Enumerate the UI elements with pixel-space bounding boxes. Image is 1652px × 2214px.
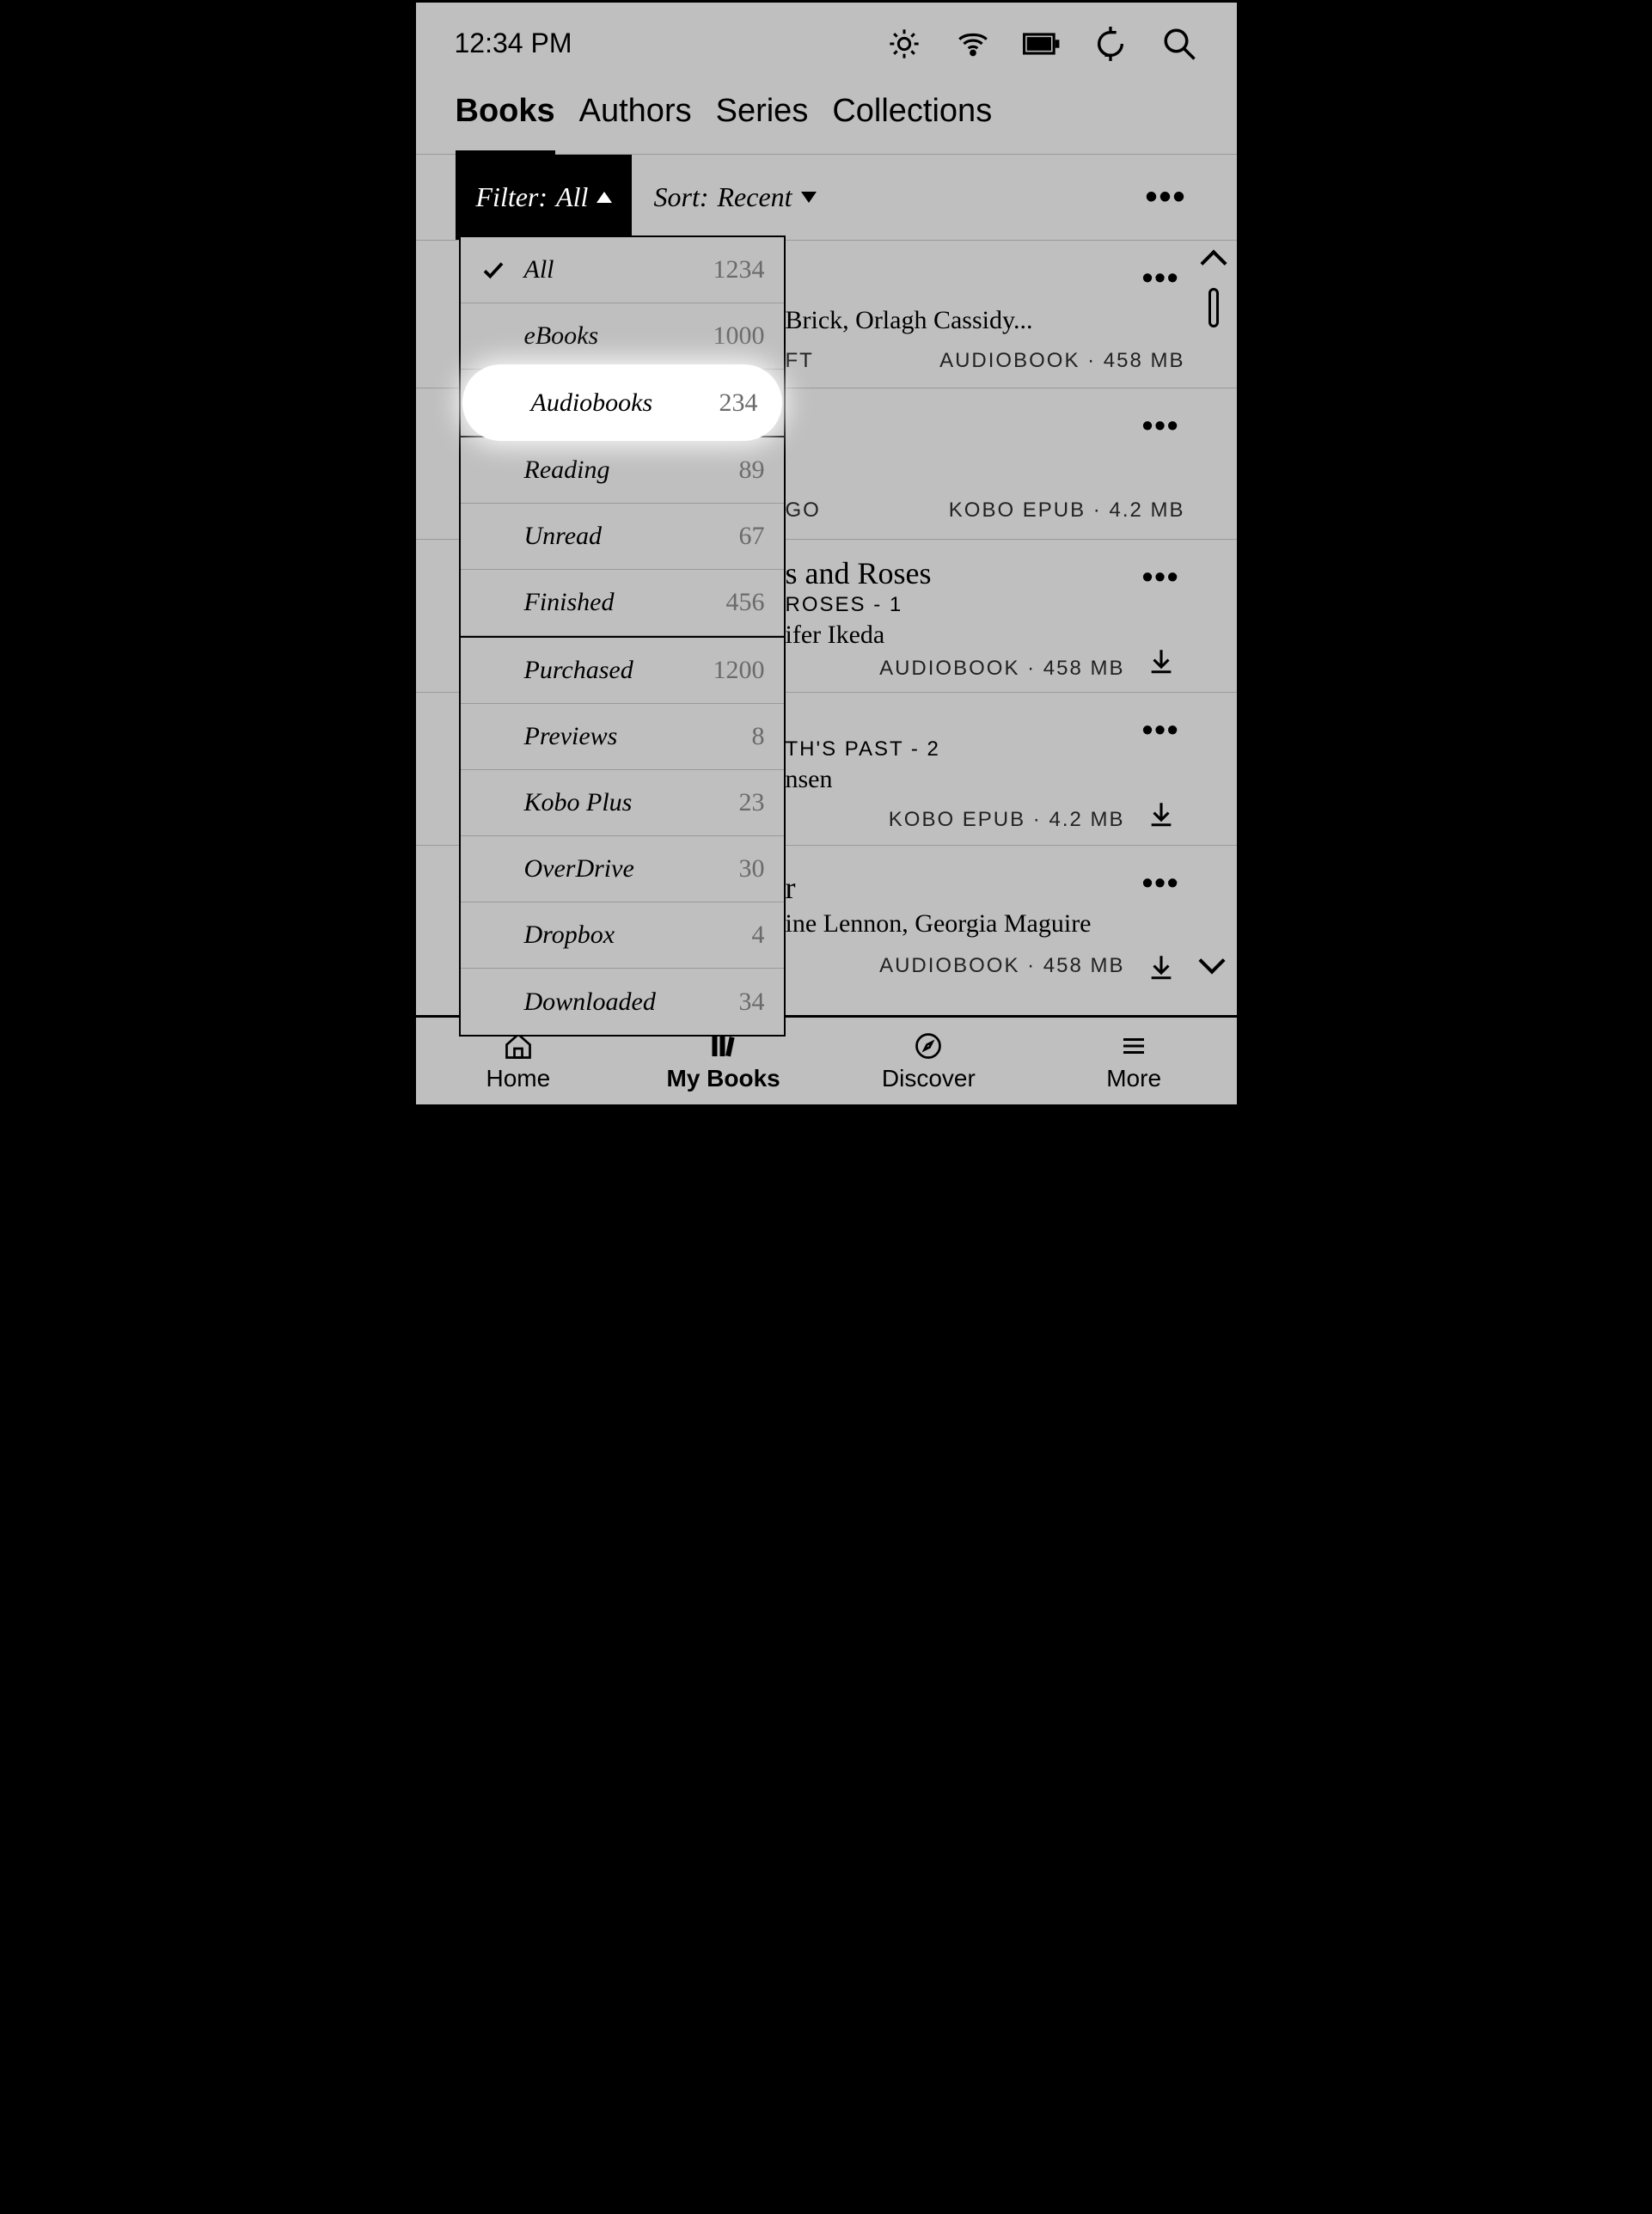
book-series: TH'S PAST - 2 <box>786 737 1185 761</box>
filter-option-label: Kobo Plus <box>524 788 633 817</box>
book-more-button[interactable]: ••• <box>1142 407 1180 443</box>
device-frame: 12:34 PM Books <box>413 0 1239 1107</box>
compass-icon <box>911 1031 945 1061</box>
filter-option-label: Reading <box>524 456 610 485</box>
filter-option-label: Unread <box>524 522 603 551</box>
menu-icon <box>1117 1031 1151 1061</box>
status-icons <box>885 25 1198 63</box>
wifi-icon[interactable] <box>954 25 992 63</box>
download-icon[interactable] <box>1147 646 1176 676</box>
library-tabs: Books Authors Series Collections <box>416 84 1237 155</box>
filter-option-count: 1000 <box>713 321 765 351</box>
nav-discover[interactable]: Discover <box>826 1018 1031 1104</box>
filter-option-all[interactable]: All 1234 <box>461 237 784 303</box>
book-more-button[interactable]: ••• <box>1142 260 1180 296</box>
view-options-button[interactable]: ••• <box>1145 178 1186 217</box>
filter-option-count: 1200 <box>713 656 765 685</box>
filter-option-ebooks[interactable]: eBooks 1000 <box>461 303 784 370</box>
tab-series[interactable]: Series <box>716 84 809 154</box>
filter-option-count: 234 <box>719 388 758 418</box>
search-icon[interactable] <box>1160 25 1198 63</box>
filter-option-unread[interactable]: Unread 67 <box>461 504 784 570</box>
filter-option-label: OverDrive <box>524 854 634 884</box>
filter-option-label: eBooks <box>524 321 599 351</box>
filter-option-label: Downloaded <box>524 988 656 1017</box>
sync-icon[interactable] <box>1092 25 1129 63</box>
book-title: s and Roses <box>786 555 1185 591</box>
sort-value: Recent <box>718 181 792 213</box>
filter-dropdown: All 1234 eBooks 1000 Audiobooks 234 Read… <box>459 235 786 1037</box>
filter-option-count: 1234 <box>713 255 765 284</box>
tab-collections[interactable]: Collections <box>832 84 992 154</box>
sort-button[interactable]: Sort: Recent <box>632 181 817 213</box>
toolbar: Filter: All Sort: Recent ••• <box>416 155 1237 241</box>
filter-option-purchased[interactable]: Purchased 1200 <box>461 638 784 704</box>
filter-option-count: 89 <box>739 456 765 485</box>
book-narrator: Brick, Orlagh Cassidy... <box>786 306 1185 335</box>
filter-option-label: Finished <box>524 588 615 617</box>
book-title: r <box>786 870 1185 906</box>
filter-option-count: 4 <box>752 920 765 950</box>
filter-option-count: 30 <box>739 854 765 884</box>
filter-option-count: 23 <box>739 788 765 817</box>
book-meta-right: KOBO EPUB · 4.2 MB <box>889 808 1125 832</box>
chevron-down-icon <box>801 192 817 203</box>
book-meta-right: KOBO EPUB · 4.2 MB <box>949 498 1185 523</box>
book-meta-left: FT <box>786 349 814 373</box>
filter-option-count: 34 <box>739 988 765 1017</box>
filter-option-previews[interactable]: Previews 8 <box>461 704 784 770</box>
filter-option-overdrive[interactable]: OverDrive 30 <box>461 836 784 902</box>
scroll-thumb[interactable] <box>1208 288 1219 327</box>
download-icon[interactable] <box>1147 799 1176 829</box>
filter-option-label: Previews <box>524 722 618 751</box>
scroll-up-icon[interactable] <box>1200 249 1227 276</box>
nav-more[interactable]: More <box>1031 1018 1237 1104</box>
check-icon <box>478 257 509 283</box>
filter-option-label: All <box>524 255 554 284</box>
book-meta-left: GO <box>786 498 821 523</box>
filter-prefix: Filter: <box>476 181 548 213</box>
scroll-indicator <box>1204 254 1223 327</box>
tab-authors[interactable]: Authors <box>579 84 692 154</box>
filter-option-label: Purchased <box>524 656 633 685</box>
filter-option-reading[interactable]: Reading 89 <box>461 437 784 504</box>
filter-option-count: 67 <box>739 522 765 551</box>
filter-option-koboplus[interactable]: Kobo Plus 23 <box>461 770 784 836</box>
tab-books[interactable]: Books <box>456 84 555 155</box>
filter-value: All <box>556 181 588 213</box>
sort-prefix: Sort: <box>654 181 709 213</box>
filter-option-audiobooks[interactable]: Audiobooks 234 <box>468 370 777 436</box>
book-series: ROSES - 1 <box>786 593 1185 617</box>
filter-option-label: Audiobooks <box>531 388 653 418</box>
book-more-button[interactable]: ••• <box>1142 559 1180 595</box>
book-meta-right: AUDIOBOOK · 458 MB <box>939 349 1184 373</box>
clock: 12:34 PM <box>455 28 885 59</box>
filter-option-dropbox[interactable]: Dropbox 4 <box>461 902 784 969</box>
nav-label: My Books <box>667 1065 780 1092</box>
nav-label: More <box>1106 1065 1161 1092</box>
status-bar: 12:34 PM <box>416 3 1237 84</box>
filter-button[interactable]: Filter: All <box>456 155 632 240</box>
book-more-button[interactable]: ••• <box>1142 865 1180 901</box>
filter-option-count: 8 <box>752 722 765 751</box>
filter-option-downloaded[interactable]: Downloaded 34 <box>461 969 784 1035</box>
filter-option-label: Dropbox <box>524 920 615 950</box>
book-narrator: ine Lennon, Georgia Maguire <box>786 909 1185 939</box>
download-icon[interactable] <box>1147 952 1176 982</box>
book-narrator: ifer Ikeda <box>786 621 1185 650</box>
book-narrator: nsen <box>786 765 1185 794</box>
chevron-up-icon <box>597 192 612 203</box>
book-meta-right: AUDIOBOOK · 458 MB <box>879 954 1124 978</box>
nav-label: Discover <box>882 1065 976 1092</box>
brightness-icon[interactable] <box>885 25 923 63</box>
book-meta-right: AUDIOBOOK · 458 MB <box>879 657 1124 681</box>
filter-option-finished[interactable]: Finished 456 <box>461 570 784 636</box>
filter-option-count: 456 <box>726 588 765 617</box>
book-more-button[interactable]: ••• <box>1142 712 1180 748</box>
nav-label: Home <box>486 1065 551 1092</box>
battery-icon <box>1023 25 1061 63</box>
